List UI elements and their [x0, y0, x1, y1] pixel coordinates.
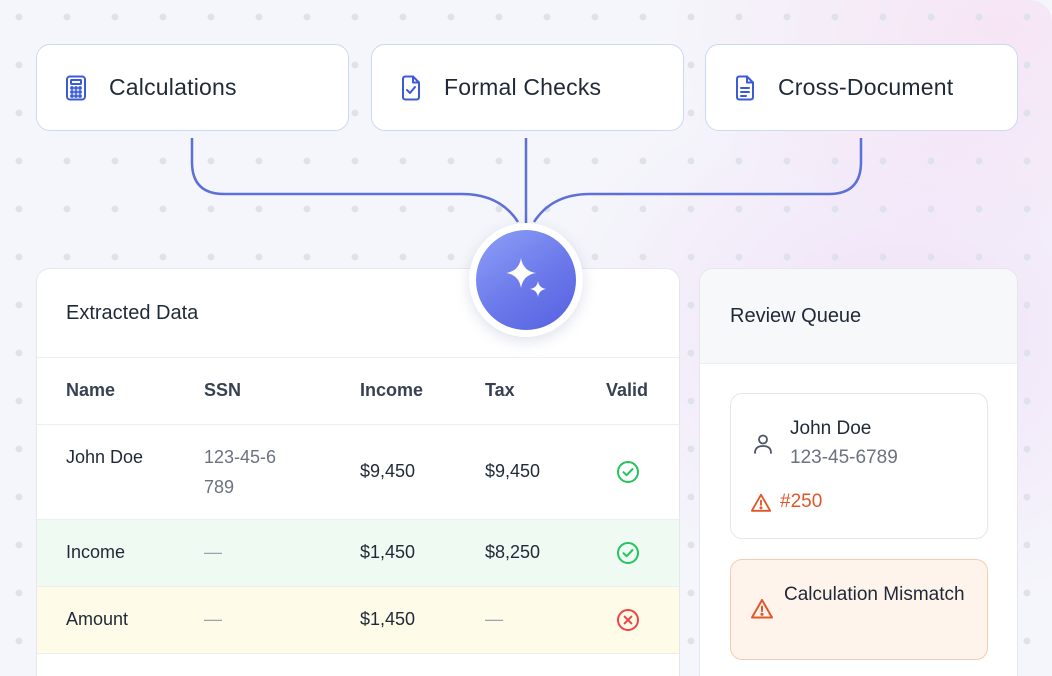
column-header-income: Income — [360, 380, 424, 400]
document-check-icon — [398, 75, 424, 101]
ai-core — [476, 230, 576, 330]
cell-tax: $8,250 — [485, 542, 541, 562]
panel-title: Review Queue — [730, 304, 862, 327]
cell-income: $1,450 — [360, 542, 416, 562]
check-circle-icon — [616, 460, 640, 484]
cell-name: John Doe — [66, 447, 144, 467]
queue-item-ssn: 123-45-6789 — [790, 447, 898, 468]
column-header-tax: Tax — [485, 380, 515, 400]
check-chip-label: Cross-Document — [778, 74, 954, 100]
cell-ssn: 123-45-6789 — [204, 447, 277, 497]
cell-income: $9,450 — [360, 461, 416, 481]
cell-tax: $9,450 — [485, 461, 541, 481]
user-icon — [751, 432, 775, 456]
document-text-icon — [732, 75, 758, 101]
calculator-icon — [63, 75, 89, 101]
calculation-mismatch-alert[interactable]: Calculation Mismatch — [730, 559, 988, 660]
cell-ssn: — — [204, 542, 222, 562]
check-chip-formal-checks[interactable]: Formal Checks — [371, 44, 684, 131]
cell-tax: — — [485, 609, 503, 629]
canvas: Calculations Formal Checks Cross-Documen… — [0, 0, 1052, 676]
panel-title: Extracted Data — [66, 301, 199, 324]
column-header-valid: Valid — [606, 380, 649, 400]
check-chip-cross-document[interactable]: Cross-Document — [705, 44, 1018, 131]
check-circle-icon — [616, 541, 640, 565]
check-chip-label: Calculations — [109, 74, 237, 100]
column-header-ssn: SSN — [204, 380, 242, 400]
review-queue-item[interactable]: John Doe 123-45-6789 #250 — [730, 393, 988, 539]
queue-item-flag: #250 — [780, 491, 823, 512]
sparkles-icon — [500, 252, 552, 309]
column-header-name: Name — [66, 380, 116, 400]
warning-icon — [750, 597, 774, 621]
cell-income: $1,450 — [360, 609, 416, 629]
extracted-data-panel: Extracted Data Name SSN Income Tax Valid… — [36, 268, 680, 676]
table-row[interactable]: Amount — $1,450 — — [37, 587, 679, 654]
table-header: Name SSN Income Tax Valid — [37, 358, 679, 425]
cell-name: Amount — [66, 609, 129, 629]
review-queue-header: Review Queue — [700, 269, 1017, 364]
queue-item-name: John Doe — [790, 418, 872, 439]
check-chip-calculations[interactable]: Calculations — [36, 44, 349, 131]
ai-hub — [469, 223, 583, 337]
table-row[interactable]: Income — $1,450 $8,250 — [37, 520, 679, 587]
check-chip-label: Formal Checks — [444, 74, 602, 100]
warning-icon — [750, 492, 772, 514]
review-queue-panel: Review Queue John Doe 123-45-6789 #250 C… — [699, 268, 1018, 676]
x-circle-icon — [616, 608, 640, 632]
alert-text: Calculation Mismatch — [784, 584, 965, 605]
table-row[interactable]: John Doe 123-45-6789 $9,450 $9,450 — [37, 425, 679, 520]
cell-ssn: — — [204, 609, 222, 629]
cell-name: Income — [66, 542, 126, 562]
